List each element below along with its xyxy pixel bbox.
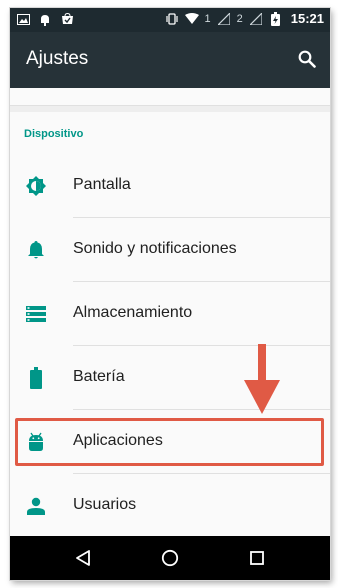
settings-item-display[interactable]: Pantalla: [10, 154, 330, 218]
bell-icon: [24, 238, 48, 262]
search-icon: [298, 50, 316, 68]
previous-section-card: [10, 88, 330, 106]
sim1-label: 1: [204, 12, 211, 25]
storage-icon: [24, 302, 48, 326]
settings-item-sound[interactable]: Sonido y notificaciones: [10, 218, 330, 282]
android-icon: [24, 430, 48, 454]
phone-screen: 1 2 15:21 Ajustes Dispositivo Pantalla S…: [10, 8, 330, 580]
recents-square-icon: [249, 551, 264, 565]
device-section-card: Dispositivo Pantalla Sonido y notificaci…: [10, 112, 330, 542]
battery-charging-icon: [269, 11, 283, 26]
section-title: Dispositivo: [24, 128, 84, 140]
pointer-arrow: [244, 344, 280, 414]
settings-item-users[interactable]: Usuarios: [10, 474, 330, 538]
sim2-label: 2: [236, 12, 243, 25]
settings-item-label: Almacenamiento: [73, 304, 193, 321]
recents-button[interactable]: [243, 544, 271, 572]
back-triangle-icon: [76, 550, 91, 566]
settings-item-label: Usuarios: [73, 496, 137, 513]
android-debug-icon: [38, 12, 52, 26]
home-circle-icon: [161, 549, 179, 567]
settings-item-label: Aplicaciones: [73, 432, 163, 449]
settings-item-storage[interactable]: Almacenamiento: [10, 282, 330, 346]
settings-content: Dispositivo Pantalla Sonido y notificaci…: [10, 88, 330, 542]
navigation-bar: [10, 536, 330, 580]
vibrate-icon: [165, 12, 179, 26]
settings-item-label: Pantalla: [73, 176, 131, 193]
person-icon: [24, 494, 48, 518]
battery-icon: [24, 366, 48, 390]
settings-item-label: Sonido y notificaciones: [73, 240, 237, 257]
page-title: Ajustes: [26, 48, 89, 69]
settings-item-label: Batería: [73, 368, 125, 385]
wifi-icon: [184, 12, 199, 26]
brightness-icon: [24, 174, 48, 198]
screenshot-frame: 1 2 15:21 Ajustes Dispositivo Pantalla S…: [0, 0, 338, 588]
signal-sim2-icon: [249, 12, 263, 26]
settings-item-battery[interactable]: Batería: [10, 346, 330, 410]
back-button[interactable]: [69, 544, 97, 572]
store-notification-icon: [60, 12, 74, 26]
app-toolbar: Ajustes: [10, 32, 330, 88]
clock: 15:21: [290, 11, 324, 26]
signal-sim1-icon: [217, 12, 231, 26]
home-button[interactable]: [156, 544, 184, 572]
search-button[interactable]: [294, 46, 320, 72]
image-notification-icon: [16, 12, 30, 26]
status-bar: 1 2 15:21: [10, 8, 330, 32]
settings-item-apps[interactable]: Aplicaciones: [10, 410, 330, 474]
